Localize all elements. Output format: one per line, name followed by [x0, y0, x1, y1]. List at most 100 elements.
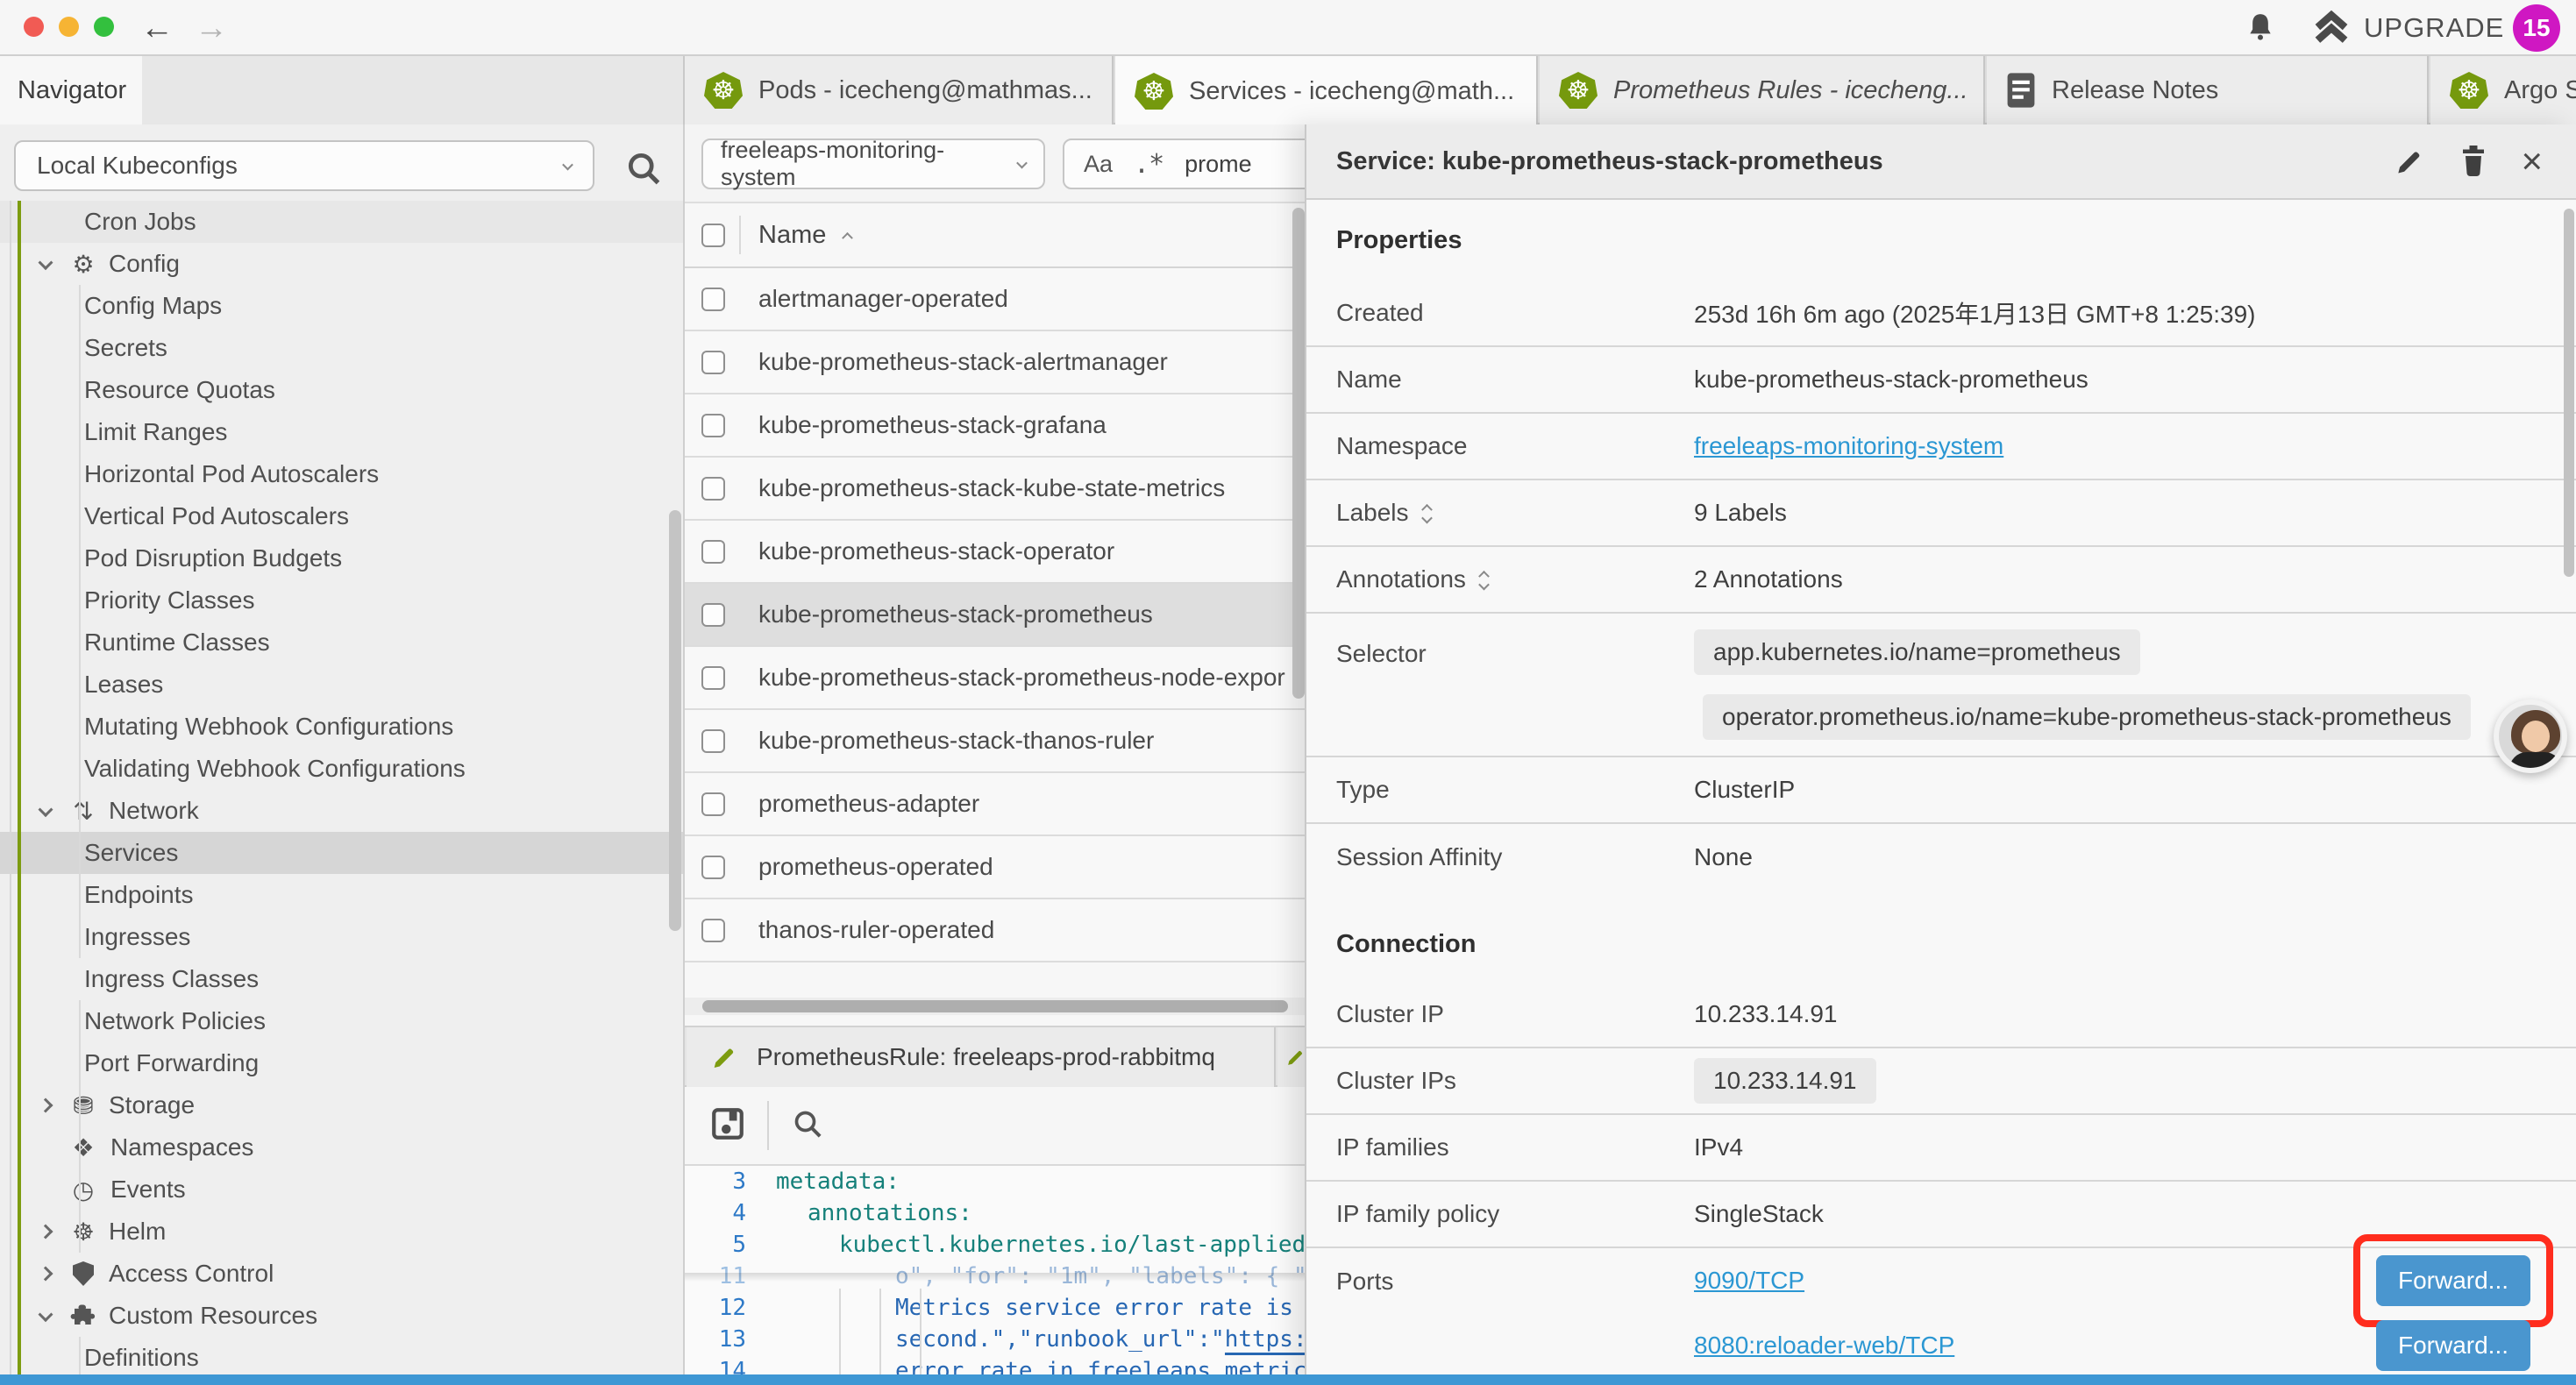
table-row[interactable]: thanos-ruler-operated [685, 899, 1306, 962]
navigator-scrollbar[interactable] [669, 510, 681, 931]
sidebar-item-validating-webhook-configurations[interactable]: Validating Webhook Configurations [0, 748, 685, 790]
expand-collapse-icon[interactable] [1423, 503, 1431, 523]
detail-scrollbar[interactable] [2564, 209, 2574, 577]
search-input[interactable]: Aa .* prome [1063, 138, 1306, 189]
minimize-window-button[interactable] [59, 17, 79, 37]
back-arrow-icon[interactable]: ← [140, 5, 174, 51]
tab-release-notes[interactable]: Release Notes [1987, 56, 2429, 124]
tab-pods[interactable]: ☸ Pods - icecheng@mathmas... [685, 56, 1114, 124]
detail-row-namespace: Namespace freeleaps-monitoring-system [1306, 414, 2576, 480]
tab-prometheus-rules[interactable]: ☸ Prometheus Rules - icecheng... [1540, 56, 1985, 124]
sidebar-item-leases[interactable]: Leases [0, 664, 685, 706]
sidebar-item-endpoints[interactable]: Endpoints [0, 874, 685, 916]
notifications-bell-icon[interactable] [2243, 11, 2278, 50]
table-row[interactable]: prometheus-operated [685, 836, 1306, 899]
regex-icon[interactable]: .* [1134, 149, 1163, 180]
row-checkbox[interactable] [701, 603, 725, 627]
save-icon[interactable] [709, 1105, 746, 1147]
close-panel-icon[interactable]: × [2521, 143, 2543, 180]
row-checkbox[interactable] [701, 351, 725, 374]
tab-services[interactable]: ☸ Services - icecheng@math... × [1115, 56, 1538, 126]
table-row[interactable]: kube-prometheus-stack-prometheus-node-ex… [685, 647, 1306, 710]
table-vertical-scrollbar[interactable] [1292, 208, 1305, 699]
table-row[interactable]: kube-prometheus-stack-alertmanager [685, 331, 1306, 394]
row-checkbox[interactable] [701, 792, 725, 816]
namespace-selector[interactable]: freeleaps-monitoring-system [701, 138, 1045, 189]
sidebar-group-helm[interactable]: ☸ Helm [0, 1211, 685, 1253]
namespace-link[interactable]: freeleaps-monitoring-system [1694, 432, 2003, 459]
sidebar-item-config-maps[interactable]: Config Maps [0, 285, 685, 327]
row-checkbox[interactable] [701, 856, 725, 879]
sidebar-item-ingress-classes[interactable]: Ingress Classes [0, 958, 685, 1000]
table-row[interactable]: prometheus-adapter [685, 773, 1306, 836]
row-checkbox[interactable] [701, 414, 725, 437]
selector-chip[interactable]: app.kubernetes.io/name=prometheus [1694, 629, 2140, 675]
row-checkbox[interactable] [701, 477, 725, 501]
match-case-icon[interactable]: Aa [1084, 151, 1113, 178]
sidebar-item-cron-jobs[interactable]: Cron Jobs [0, 201, 685, 243]
sidebar-item-namespaces[interactable]: ❖ Namespaces [0, 1126, 685, 1168]
port-link-8080-reloader-web[interactable]: 8080:reloader-web/TCP [1694, 1332, 1954, 1360]
table-row-selected[interactable]: kube-prometheus-stack-prometheus [685, 584, 1306, 647]
sidebar-group-network[interactable]: ⇅ Network [0, 790, 685, 832]
document-icon [2006, 72, 2036, 109]
select-all-checkbox[interactable] [701, 224, 725, 247]
sidebar-item-pod-disruption-budgets[interactable]: Pod Disruption Budgets [0, 537, 685, 579]
selector-chip[interactable]: operator.prometheus.io/name=kube-prometh… [1703, 694, 2471, 740]
row-checkbox[interactable] [701, 288, 725, 311]
forward-button[interactable]: Forward... [2376, 1320, 2530, 1371]
sidebar-item-priority-classes[interactable]: Priority Classes [0, 579, 685, 621]
sidebar-item-mutating-webhook-configurations[interactable]: Mutating Webhook Configurations [0, 706, 685, 748]
sidebar-group-access-control[interactable]: Access Control [0, 1253, 685, 1295]
maximize-window-button[interactable] [94, 17, 114, 37]
cluster-ip-chip[interactable]: 10.233.14.91 [1694, 1058, 1876, 1104]
column-header-name[interactable]: Name [758, 221, 851, 250]
detail-title: Service: kube-prometheus-stack-prometheu… [1336, 147, 1883, 176]
url-link[interactable]: https://net [1225, 1324, 1306, 1355]
row-checkbox[interactable] [701, 729, 725, 753]
sidebar-item-ingresses[interactable]: Ingresses [0, 916, 685, 958]
table-row[interactable]: kube-prometheus-stack-thanos-ruler [685, 710, 1306, 773]
assistant-avatar[interactable] [2494, 700, 2567, 773]
forward-button[interactable]: Forward... [2376, 1255, 2530, 1306]
sidebar-item-network-policies[interactable]: Network Policies [0, 1000, 685, 1042]
sidebar-group-custom-resources[interactable]: Custom Resources [0, 1295, 685, 1337]
delete-trash-icon[interactable] [2458, 144, 2489, 179]
port-link-9090[interactable]: 9090/TCP [1694, 1267, 1804, 1295]
sidebar-item-secrets[interactable]: Secrets [0, 327, 685, 369]
table-horizontal-scrollbar[interactable] [685, 998, 1306, 1015]
sidebar-item-vertical-pod-autoscalers[interactable]: Vertical Pod Autoscalers [0, 495, 685, 537]
row-checkbox[interactable] [701, 540, 725, 564]
expand-collapse-icon[interactable] [1480, 570, 1488, 590]
sidebar-item-resource-quotas[interactable]: Resource Quotas [0, 369, 685, 411]
row-checkbox[interactable] [701, 919, 725, 942]
table-row[interactable]: kube-prometheus-stack-grafana [685, 394, 1306, 458]
editor-tab-partial[interactable] [1277, 1027, 1306, 1087]
kubeconfig-selector-value: Local Kubeconfigs [37, 152, 238, 180]
tab-argo[interactable]: ☸ Argo Se [2430, 56, 2576, 124]
kubeconfig-selector[interactable]: Local Kubeconfigs [14, 140, 594, 191]
sidebar-item-runtime-classes[interactable]: Runtime Classes [0, 621, 685, 664]
upgrade-button[interactable]: UPGRADE [2311, 9, 2504, 47]
close-window-button[interactable] [24, 17, 44, 37]
sidebar-item-definitions[interactable]: Definitions [0, 1337, 685, 1379]
row-checkbox[interactable] [701, 666, 725, 690]
table-row[interactable]: alertmanager-operated [685, 268, 1306, 331]
sidebar-group-config[interactable]: ⚙ Config [0, 243, 685, 285]
navigator-tab[interactable]: Navigator [0, 56, 142, 124]
sidebar-item-port-forwarding[interactable]: Port Forwarding [0, 1042, 685, 1084]
editor-search-icon[interactable] [790, 1106, 825, 1146]
table-row[interactable]: kube-prometheus-stack-operator [685, 521, 1306, 584]
sidebar-group-storage[interactable]: ⛃ Storage [0, 1084, 685, 1126]
table-row[interactable]: kube-prometheus-stack-kube-state-metrics [685, 458, 1306, 521]
sidebar-item-services[interactable]: Services [0, 832, 685, 874]
notification-count-badge[interactable]: 15 [2513, 4, 2560, 52]
forward-arrow-icon[interactable]: → [195, 5, 228, 51]
navigator-search-icon[interactable] [624, 149, 663, 192]
sidebar-item-horizontal-pod-autoscalers[interactable]: Horizontal Pod Autoscalers [0, 453, 685, 495]
sidebar-item-limit-ranges[interactable]: Limit Ranges [0, 411, 685, 453]
yaml-editor[interactable]: 3metadata: 4annotations: 5kubectl.kubern… [685, 1166, 1306, 1385]
sidebar-item-events[interactable]: ◷ Events [0, 1168, 685, 1211]
edit-pencil-icon[interactable] [2393, 145, 2426, 178]
editor-tab-prometheusrule[interactable]: PrometheusRule: freeleaps-prod-rabbitmq [687, 1027, 1276, 1087]
